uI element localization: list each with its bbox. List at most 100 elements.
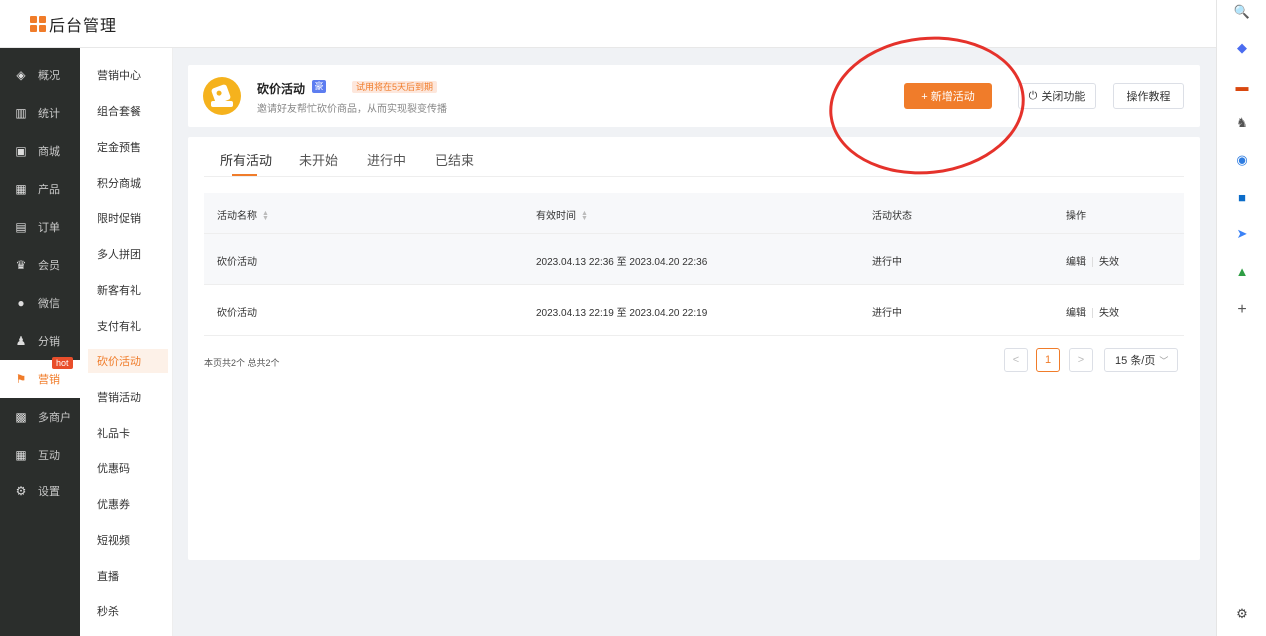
search-icon[interactable]: 🔍 <box>1234 4 1250 20</box>
activity-list-card: 所有活动 未开始 进行中 已结束 活动名称 ▲ ▼ 有效时间 ▲ ▼ 活动状态 操作 砍… <box>188 137 1200 560</box>
flag-icon: ⚑ <box>15 372 27 386</box>
top-bar: 后台管理 <box>0 0 1216 48</box>
column-header-time[interactable]: 有效时间 ▲ ▼ <box>536 207 588 222</box>
subnav-item[interactable]: 营销活动 <box>88 385 168 409</box>
secondary-sidebar: 营销中心 组合套餐 定金预售 积分商城 限时促销 多人拼团 新客有礼 支付有礼 … <box>80 48 173 636</box>
main-content: 砍价活动 豪 试用将在5天后到期 邀请好友帮忙砍价商品，从而实现裂变传播 + 新… <box>173 48 1216 636</box>
disable-link[interactable]: 失效 <box>1099 308 1119 319</box>
subnav-item[interactable]: 限时促销 <box>88 206 168 230</box>
apps-icon: ▦ <box>15 448 27 462</box>
subnav-item[interactable]: 礼品卡 <box>88 421 168 445</box>
bargain-icon <box>203 77 241 115</box>
subnav-item[interactable]: 直播 <box>88 564 168 588</box>
hot-badge: hot <box>52 357 73 369</box>
activity-name: 砍价活动 <box>217 308 257 319</box>
nav-item-member[interactable]: ♛ 会员 <box>0 246 80 284</box>
nav-item-mall[interactable]: ▣ 商城 <box>0 132 80 170</box>
nav-item-distribution[interactable]: ♟ 分销 <box>0 322 80 360</box>
activity-name: 砍价活动 <box>217 257 257 268</box>
outlook-icon[interactable]: ■ <box>1234 189 1250 205</box>
subnav-item[interactable]: 优惠码 <box>88 456 168 480</box>
trial-notice: 试用将在5天后到期 <box>352 81 438 93</box>
tab-not-started[interactable]: 未开始 <box>299 150 338 169</box>
subnav-item[interactable]: 营销中心 <box>88 63 168 87</box>
activity-status: 进行中 <box>872 257 902 268</box>
right-toolbar: 🔍 ◆ ▬ ♞ ◉ ■ ➤ ▲ + ⚙ <box>1216 0 1266 636</box>
page-number-current[interactable]: 1 <box>1036 348 1060 372</box>
nav-item-overview[interactable]: ◈ 概况 <box>0 56 80 94</box>
tutorial-button[interactable]: 操作教程 <box>1113 83 1184 109</box>
tab-in-progress[interactable]: 进行中 <box>367 150 406 169</box>
tree-icon[interactable]: ▲ <box>1234 263 1250 279</box>
chart-icon: ▥ <box>15 106 27 120</box>
next-page-button[interactable]: > <box>1069 348 1093 372</box>
subnav-item[interactable]: 新客有礼 <box>88 278 168 302</box>
subnav-item[interactable]: 积分商城 <box>88 171 168 195</box>
crown-icon: ♛ <box>15 258 27 272</box>
chess-icon[interactable]: ♞ <box>1234 115 1250 131</box>
page-size-select[interactable]: 15 条/页 ﹀ <box>1104 348 1178 372</box>
table-row: 砍价活动 2023.04.13 22:19 至 2023.04.20 22:19… <box>204 285 1184 336</box>
edit-link[interactable]: 编辑 <box>1066 308 1086 319</box>
toolbox-icon[interactable]: ▬ <box>1234 78 1250 94</box>
nav-item-product[interactable]: ▦ 产品 <box>0 170 80 208</box>
activity-status: 进行中 <box>872 308 902 319</box>
layers-icon: ◈ <box>16 68 26 82</box>
prev-page-button[interactable]: < <box>1004 348 1028 372</box>
disable-link[interactable]: 失效 <box>1099 257 1119 268</box>
nav-item-stats[interactable]: ▥ 统计 <box>0 94 80 132</box>
nav-item-wechat[interactable]: ● 微信 <box>0 284 80 322</box>
column-header-actions: 操作 <box>1066 211 1086 222</box>
tab-active-indicator <box>232 174 257 176</box>
subnav-item[interactable]: 支付有礼 <box>88 314 168 338</box>
nav-item-settings[interactable]: ⚙ 设置 <box>0 472 80 510</box>
power-icon: ⏻ <box>1028 89 1038 102</box>
tab-all[interactable]: 所有活动 <box>220 150 272 169</box>
row-actions: 编辑 失效 <box>1066 304 1119 319</box>
subnav-item[interactable]: 秒杀 <box>88 599 168 623</box>
grid-icon: ▦ <box>15 182 27 196</box>
tab-ended[interactable]: 已结束 <box>435 150 474 169</box>
edit-link[interactable]: 编辑 <box>1066 257 1086 268</box>
nav-item-multi-merchant[interactable]: ▩ 多商户 <box>0 398 80 436</box>
sort-icon[interactable]: ▲ ▼ <box>262 210 269 222</box>
tag-icon[interactable]: ◆ <box>1234 40 1250 56</box>
app-title: 后台管理 <box>49 17 118 35</box>
tab-bar: 所有活动 未开始 进行中 已结束 <box>204 137 1184 177</box>
column-header-status: 活动状态 <box>872 211 912 222</box>
activity-time: 2023.04.13 22:19 至 2023.04.20 22:19 <box>536 308 708 319</box>
table-header: 活动名称 ▲ ▼ 有效时间 ▲ ▼ 活动状态 操作 <box>204 193 1184 234</box>
nav-item-marketing[interactable]: hot ⚑ 营销 <box>0 357 80 398</box>
users-icon: ♟ <box>15 334 27 348</box>
plan-badge: 豪 <box>312 80 326 93</box>
add-activity-button[interactable]: + 新增活动 <box>904 83 992 109</box>
table-row: 砍价活动 2023.04.13 22:36 至 2023.04.20 22:36… <box>204 234 1184 285</box>
activity-time: 2023.04.13 22:36 至 2023.04.20 22:36 <box>536 257 708 268</box>
feature-description: 邀请好友帮忙砍价商品，从而实现裂变传播 <box>257 104 447 115</box>
nav-item-interaction[interactable]: ▦ 互动 <box>0 436 80 474</box>
sort-icon[interactable]: ▲ ▼ <box>581 210 588 222</box>
pagination-summary: 本页共2个 总共2个 <box>204 358 280 368</box>
subnav-item[interactable]: 组合套餐 <box>88 99 168 123</box>
feature-header: 砍价活动 豪 试用将在5天后到期 邀请好友帮忙砍价商品，从而实现裂变传播 + 新… <box>188 65 1200 127</box>
settings-icon[interactable]: ⚙ <box>1234 606 1250 622</box>
clipboard-icon: ▤ <box>15 220 27 234</box>
subnav-item-active[interactable]: 砍价活动 <box>88 349 168 373</box>
chevron-down-icon: ﹀ <box>1159 355 1169 366</box>
close-feature-button[interactable]: ⏻ 关闭功能 <box>1018 83 1096 109</box>
send-icon[interactable]: ➤ <box>1234 226 1250 242</box>
subnav-item[interactable]: 定金预售 <box>88 135 168 159</box>
gear-icon: ⚙ <box>15 484 27 498</box>
subnav-item[interactable]: 短视频 <box>88 528 168 552</box>
nav-item-order[interactable]: ▤ 订单 <box>0 208 80 246</box>
primary-sidebar: ◈ 概况 ▥ 统计 ▣ 商城 ▦ 产品 ▤ 订单 ♛ 会员 ● 微信 ♟ 分销 hot ⚑ 营销 … <box>0 48 80 636</box>
wechat-icon: ● <box>17 296 25 310</box>
row-actions: 编辑 失效 <box>1066 253 1119 268</box>
office-icon[interactable]: ◉ <box>1234 152 1250 168</box>
plus-icon[interactable]: + <box>1234 301 1250 318</box>
shop-icon: ▣ <box>15 144 27 158</box>
subnav-item[interactable]: 多人拼团 <box>88 242 168 266</box>
subnav-item[interactable]: 优惠券 <box>88 492 168 516</box>
column-header-name[interactable]: 活动名称 ▲ ▼ <box>217 207 269 222</box>
feature-title: 砍价活动 <box>257 82 306 96</box>
